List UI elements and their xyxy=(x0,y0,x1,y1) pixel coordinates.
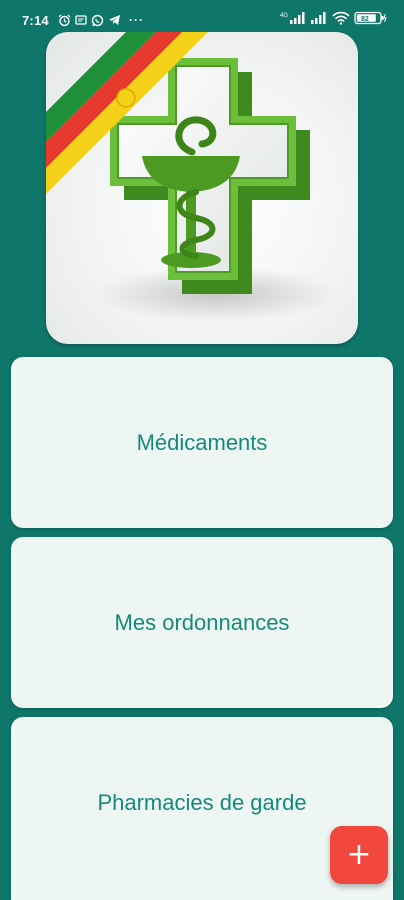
battery-icon: 82 xyxy=(354,11,388,25)
medicaments-label: Médicaments xyxy=(136,429,268,455)
add-button[interactable]: + xyxy=(330,826,388,884)
telegram-icon xyxy=(108,14,121,26)
notification-icon xyxy=(75,14,87,26)
status-left-icons: ··· xyxy=(58,13,144,27)
more-indicator: ··· xyxy=(129,13,144,27)
medicaments-card[interactable]: Médicaments xyxy=(11,357,393,528)
pharmacy-cross-logo xyxy=(46,32,336,322)
wifi-icon xyxy=(332,11,350,25)
ordonnances-card[interactable]: Mes ordonnances xyxy=(11,537,393,708)
alarm-icon xyxy=(58,14,71,27)
status-time: 7:14 xyxy=(22,13,49,28)
plus-icon: + xyxy=(346,837,372,872)
ordonnances-label: Mes ordonnances xyxy=(114,609,290,635)
hero-logo xyxy=(46,32,358,344)
battery-level: 82 xyxy=(361,16,369,23)
network-label: 4G xyxy=(280,13,288,19)
signal-icon xyxy=(310,11,328,25)
signal-icon: 4G xyxy=(280,11,306,25)
pharmacies-de-garde-label: Pharmacies de garde xyxy=(97,789,307,815)
whatsapp-icon xyxy=(91,14,104,27)
status-right-icons: 4G 82 xyxy=(280,11,388,25)
